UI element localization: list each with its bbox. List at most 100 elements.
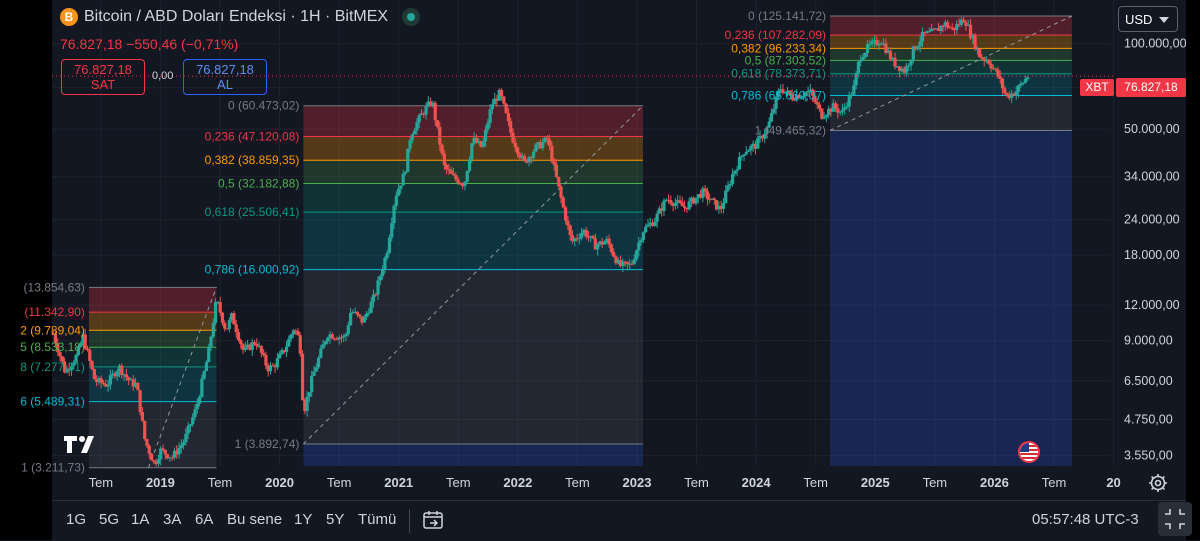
candle-body bbox=[463, 181, 467, 187]
sell-button[interactable]: 76.827,18 SAT bbox=[61, 59, 145, 95]
candle-body bbox=[534, 144, 538, 152]
candle-body bbox=[289, 334, 293, 339]
candle-body bbox=[449, 170, 453, 174]
candle-body bbox=[161, 448, 165, 450]
range-bu-sene[interactable]: Bu sene bbox=[227, 511, 282, 528]
fib-2025-zone-0 bbox=[830, 16, 1072, 35]
candle-body bbox=[136, 382, 140, 391]
price-axis-label: 24.000,00 bbox=[1124, 213, 1180, 227]
candle-body bbox=[470, 143, 474, 160]
candle-body bbox=[705, 191, 710, 200]
candle-body bbox=[346, 325, 350, 335]
fib-2021-level-label-4: 0,618 (25.506,41) bbox=[205, 205, 300, 219]
candle-body bbox=[374, 294, 378, 296]
candle-body bbox=[577, 237, 581, 239]
candle-body bbox=[202, 371, 206, 379]
candle-body bbox=[367, 312, 371, 314]
candle-body bbox=[712, 198, 716, 201]
fib-2021-level-label-0: 0 (60.473,02) bbox=[228, 99, 299, 113]
range-1g[interactable]: 1G bbox=[66, 511, 86, 528]
candle-body bbox=[390, 223, 394, 238]
candle-body bbox=[564, 207, 568, 221]
buy-label: AL bbox=[217, 77, 233, 92]
candle-body bbox=[918, 41, 922, 47]
candle-body bbox=[438, 126, 442, 145]
candle-body bbox=[170, 457, 174, 459]
candle-body bbox=[394, 195, 398, 206]
candle-body bbox=[234, 324, 238, 333]
fib-2018-zone-3 bbox=[88, 347, 217, 367]
time-axis-label: Tem bbox=[1042, 475, 1067, 490]
gear-icon[interactable] bbox=[1148, 473, 1168, 493]
candle-body bbox=[243, 347, 247, 350]
range-3a[interactable]: 3A bbox=[163, 511, 181, 528]
fullscreen-button[interactable] bbox=[1158, 502, 1192, 536]
time-axis-label: Tem bbox=[327, 475, 352, 490]
candle-body bbox=[184, 433, 188, 443]
price-axis-label: 6.500,00 bbox=[1124, 374, 1173, 388]
candle-body bbox=[552, 161, 556, 165]
candle-body bbox=[163, 449, 167, 455]
range-6a[interactable]: 6A bbox=[195, 511, 213, 528]
range-5y[interactable]: 5Y bbox=[326, 511, 344, 528]
candle-body bbox=[209, 336, 213, 347]
candle-body bbox=[678, 200, 682, 203]
candle-body bbox=[362, 316, 366, 323]
candle-body bbox=[703, 188, 707, 192]
candle-body bbox=[978, 48, 982, 58]
candle-body bbox=[904, 66, 909, 73]
buy-button[interactable]: 76.827,18 AL bbox=[183, 59, 267, 95]
fib-2025-extension-zone bbox=[830, 130, 1072, 466]
candle-body bbox=[1014, 91, 1018, 96]
candle-body bbox=[447, 169, 451, 171]
candle-body bbox=[239, 340, 243, 345]
candle-body bbox=[316, 357, 321, 368]
time-axis-label: 2021 bbox=[384, 475, 413, 490]
candle-body bbox=[181, 442, 186, 446]
candle-body bbox=[413, 130, 417, 135]
currency-select[interactable]: USD bbox=[1118, 6, 1178, 32]
candle-body bbox=[634, 250, 639, 260]
candle-body bbox=[547, 139, 552, 146]
candle-body bbox=[159, 448, 163, 460]
us-flag-icon[interactable] bbox=[1018, 441, 1040, 463]
candle-body bbox=[724, 190, 728, 203]
candle-body bbox=[630, 263, 634, 265]
candle-body bbox=[481, 141, 485, 147]
clock-timezone[interactable]: 05:57:48 UTC-3 bbox=[1032, 511, 1139, 528]
candle-body bbox=[756, 138, 760, 149]
candle-body bbox=[323, 341, 328, 345]
candle-body bbox=[554, 164, 559, 177]
candle-body bbox=[300, 353, 305, 401]
candle-body bbox=[909, 59, 913, 66]
candle-body bbox=[445, 165, 449, 170]
candle-body bbox=[278, 353, 282, 359]
candle-body bbox=[694, 197, 698, 204]
candle-body bbox=[339, 337, 344, 339]
candle-body bbox=[863, 53, 867, 58]
candle-body bbox=[358, 314, 362, 317]
symbol-header[interactable]: B Bitcoin / ABD Doları Endeksi · 1H · Bi… bbox=[60, 8, 421, 26]
candle-body bbox=[442, 153, 446, 166]
range-1y[interactable]: 1Y bbox=[294, 511, 312, 528]
candle-body bbox=[843, 107, 847, 110]
candle-body bbox=[607, 238, 611, 245]
candle-body bbox=[179, 445, 183, 448]
price-chart[interactable]: (13.854,63) (11.342,90) 2 (9.789,04) 5 (8.5… bbox=[0, 0, 1200, 500]
fib-2018-level-label-0: (13.854,63) bbox=[24, 280, 85, 294]
range-tumu[interactable]: Tümü bbox=[358, 511, 396, 528]
candle-body bbox=[982, 58, 986, 61]
range-1a[interactable]: 1A bbox=[131, 511, 149, 528]
candle-body bbox=[410, 134, 414, 141]
candle-body bbox=[152, 460, 156, 462]
candle-body bbox=[877, 44, 881, 46]
candle-body bbox=[513, 142, 517, 148]
candle-body bbox=[467, 159, 472, 171]
candle-body bbox=[259, 345, 263, 353]
range-5g[interactable]: 5G bbox=[99, 511, 119, 528]
goto-date-icon[interactable] bbox=[422, 509, 444, 531]
time-axis-label: Tem bbox=[89, 475, 114, 490]
candle-body bbox=[415, 122, 419, 131]
time-axis-label: 2023 bbox=[623, 475, 652, 490]
candle-body bbox=[486, 123, 490, 130]
